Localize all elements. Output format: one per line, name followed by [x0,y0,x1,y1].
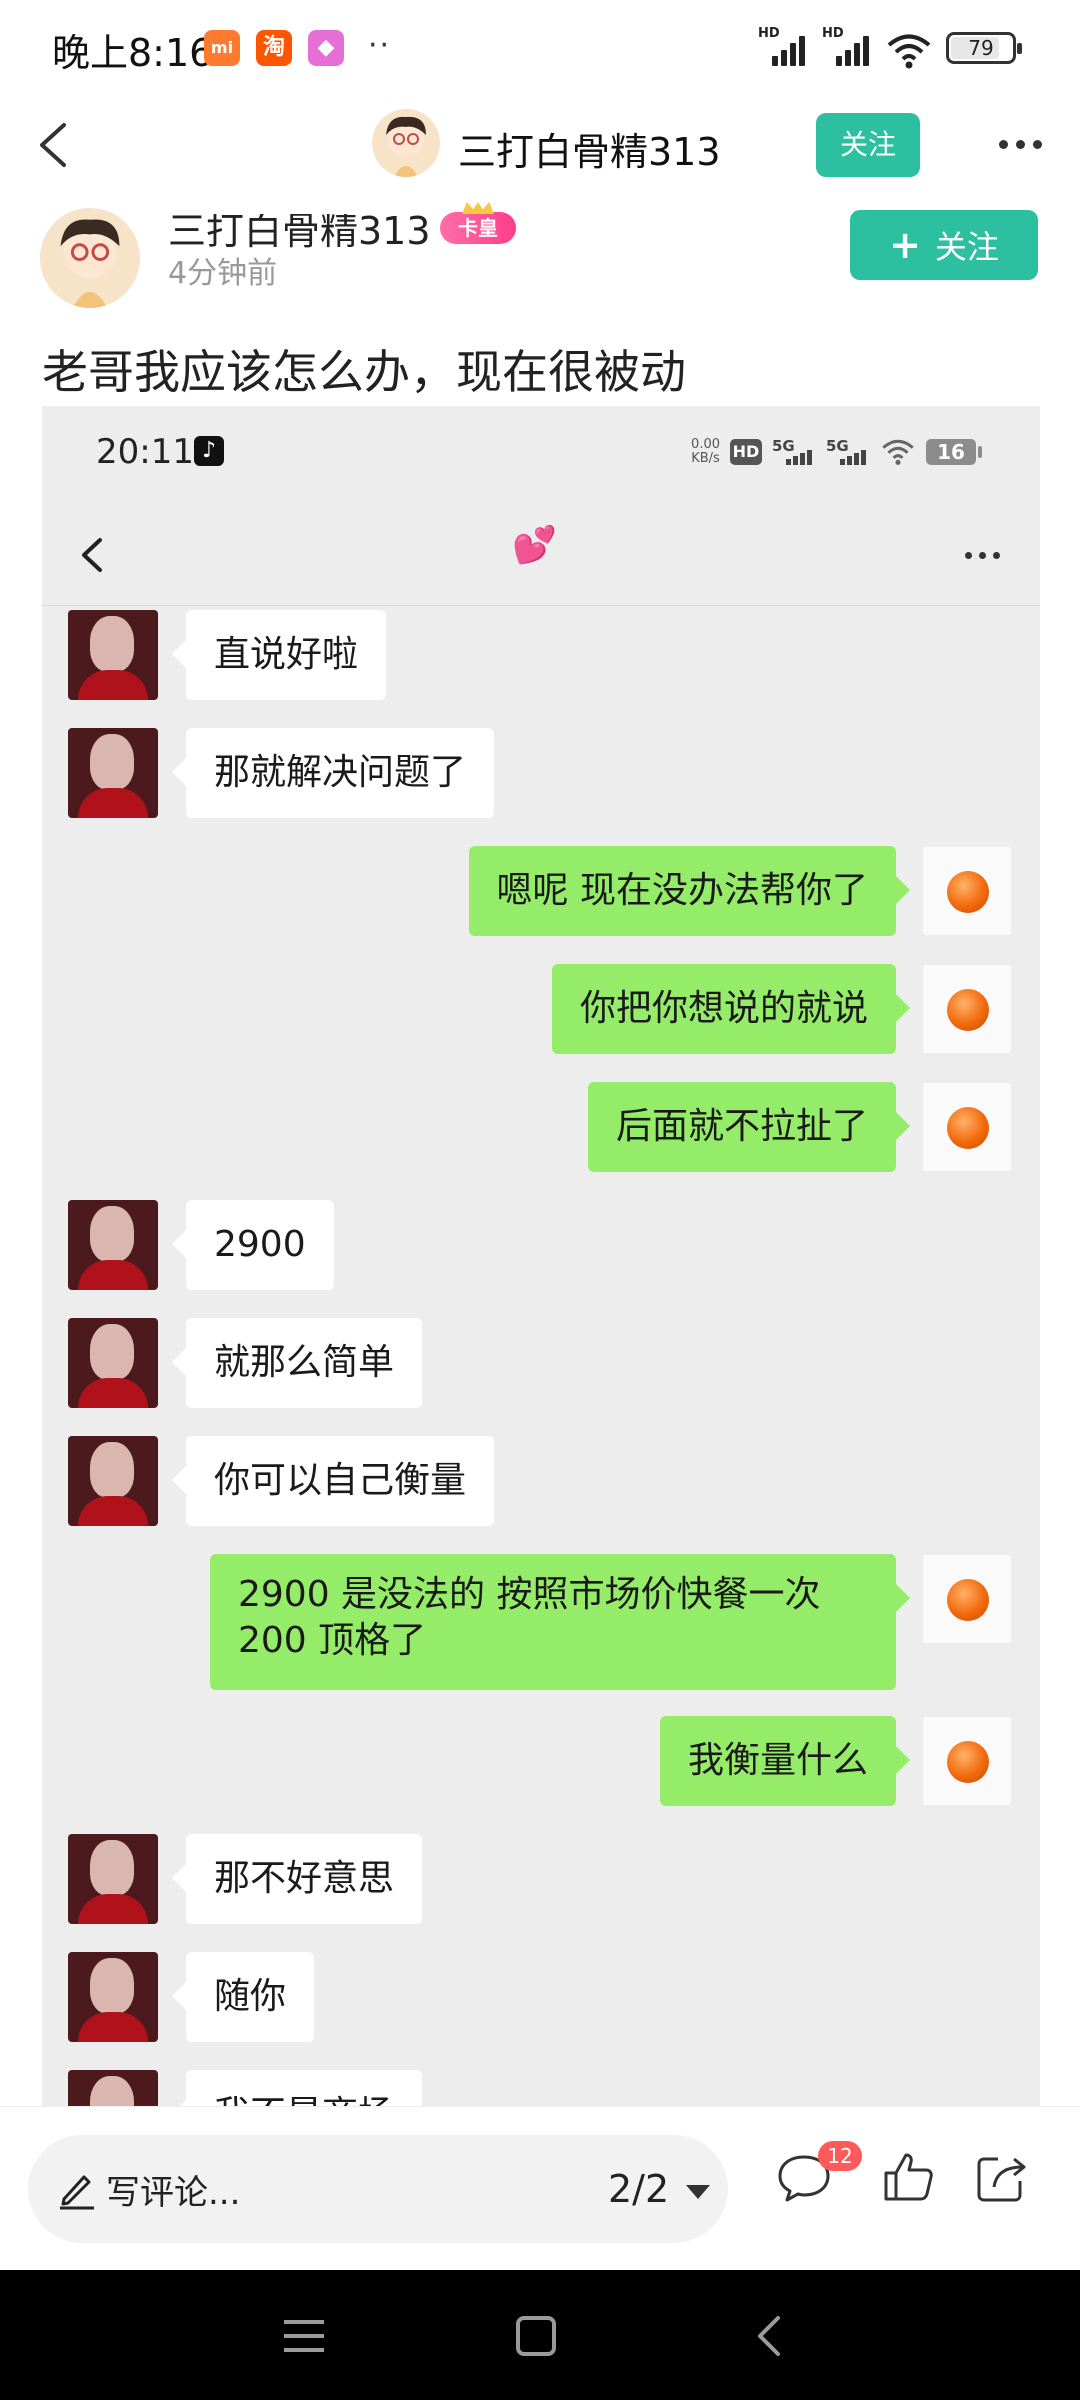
menu-icon[interactable] [276,2308,332,2364]
chat-back-icon [82,538,102,572]
chat-message: 直说好啦 [42,610,1040,700]
header-avatar[interactable] [372,109,440,177]
post-title: 老哥我应该怎么办，现在很被动 [42,345,686,399]
mi-app-icon: mi [204,30,240,66]
user-avatar [922,1716,1012,1806]
message-bubble: 那不好意思 [171,1834,423,1924]
comment-count-badge: 12 [818,2141,862,2171]
embedded-status-indicators: 0.00 KB/s HD 5G 5G 16 [691,434,982,470]
comment-input[interactable]: 写评论... 2/2 [28,2135,728,2243]
message-bubble: 后面就不拉扯了 [587,1082,911,1172]
message-bubble: 2900 [172,1200,334,1290]
message-bubble: 2900 是没法的 按照市场价快餐一次 200 顶格了 [210,1554,910,1690]
post-time: 4分钟前 [168,256,278,291]
status-indicators: HD HD 79 [758,26,1022,70]
contact-avatar [68,1318,158,1408]
author-follow-button[interactable]: + 关注 [850,210,1038,280]
embedded-wifi-icon [882,439,914,465]
message-bubble: 随你 [171,1952,315,2042]
status-bar: 晚上8:16 mi 淘 ◆ ·· HD HD 79 [0,0,1080,95]
user-avatar [922,1554,1012,1644]
comment-placeholder: 写评论... [106,2173,241,2213]
chevron-down-icon[interactable] [686,2185,710,2199]
contact-avatar [68,610,158,700]
user-avatar [922,964,1012,1054]
contact-avatar [68,1834,158,1924]
contact-avatar [68,1436,158,1526]
follow-label: 关注 [934,228,999,266]
vip-badge: 卡皇 [440,212,516,244]
signal-5g-icon: 5G [772,437,816,467]
nav-back-icon[interactable] [744,2308,800,2364]
post-author-row: 三打白骨精313 卡皇 4分钟前 + 关注 [0,200,1080,310]
back-arrow-icon[interactable] [26,115,86,175]
pencil-icon [60,2175,94,2210]
embedded-hd-icon: HD [730,439,762,465]
chat-message: 就那么简单 [42,1318,1040,1408]
chat-message: 2900 是没法的 按照市场价快餐一次 200 顶格了 [42,1554,1040,1690]
hd-label: HD [758,26,780,41]
system-nav-bar [0,2270,1080,2400]
contact-avatar [68,2070,158,2106]
header-username[interactable]: 三打白骨精313 [458,121,721,176]
plus-icon: + [889,223,921,267]
embedded-status-bar: 20:11 ♪ 0.00 KB/s HD 5G 5G 16 [42,406,1040,502]
user-avatar [922,846,1012,936]
like-icon[interactable] [878,2147,938,2207]
chat-more-icon [952,530,1012,580]
share-icon[interactable] [972,2147,1032,2207]
signal-icon: HD [822,26,872,70]
embedded-time: 20:11 [96,432,194,472]
message-bubble: 你可以自己衡量 [171,1436,495,1526]
embedded-battery-icon: 16 [926,439,982,465]
user-avatar [922,1082,1012,1172]
hd-label: HD [822,26,844,41]
contact-avatar [68,728,158,818]
chat-message: 2900 [42,1200,1040,1290]
message-bubble: 我不是商场 [171,2070,423,2106]
contact-avatar [68,1952,158,2042]
chat-message: 你可以自己衡量 [42,1436,1040,1526]
message-bubble: 我衡量什么 [659,1716,911,1806]
battery-level: 79 [968,36,994,60]
message-bubble: 你把你想说的就说 [551,964,911,1054]
chat-message: 那就解决问题了 [42,728,1040,818]
post-image[interactable]: 20:11 ♪ 0.00KB/s HD 5G 5G 16 💕 直说好啦 那就解 [42,406,1040,2106]
chat-message: 嗯呢 现在没办法帮你了 [42,846,1040,936]
header-follow-button[interactable]: 关注 [816,113,920,177]
chat-message: 那不好意思 [42,1834,1040,1924]
more-notifications-icon: ·· [368,28,392,63]
signal-5g-icon: 5G [826,437,870,467]
top-header: 三打白骨精313 关注 [0,95,1080,200]
chat-header: 💕 [42,502,1040,606]
author-avatar[interactable] [40,208,140,308]
chat-message: 我衡量什么 [42,1716,1040,1806]
net-speed: 0.00 KB/s [691,437,720,466]
message-bubble: 就那么简单 [171,1318,423,1408]
game-app-icon: ◆ [308,30,344,66]
page-indicator[interactable]: 2/2 [608,2167,669,2211]
more-options-icon[interactable] [990,119,1050,169]
author-name[interactable]: 三打白骨精313 [168,214,431,255]
signal-icon: HD [758,26,808,70]
chat-message: 后面就不拉扯了 [42,1082,1040,1172]
chat-message: 随你 [42,1952,1040,2042]
chat-message: 你把你想说的就说 [42,964,1040,1054]
chat-title-hearts-icon: 💕 [512,525,557,566]
message-bubble: 那就解决问题了 [171,728,495,818]
wifi-icon [887,34,931,69]
contact-avatar [68,1200,158,1290]
message-bubble: 直说好啦 [171,610,387,700]
battery-icon: 79 [946,32,1022,64]
status-time: 晚上8:16 [52,31,214,75]
home-icon[interactable] [508,2308,564,2364]
tiktok-icon: ♪ [194,436,224,466]
message-bubble: 嗯呢 现在没办法帮你了 [468,846,911,936]
chat-message: 我不是商场 [42,2070,1040,2106]
taobao-app-icon: 淘 [256,30,292,66]
bottom-action-bar: 写评论... 2/2 12 [0,2106,1080,2270]
